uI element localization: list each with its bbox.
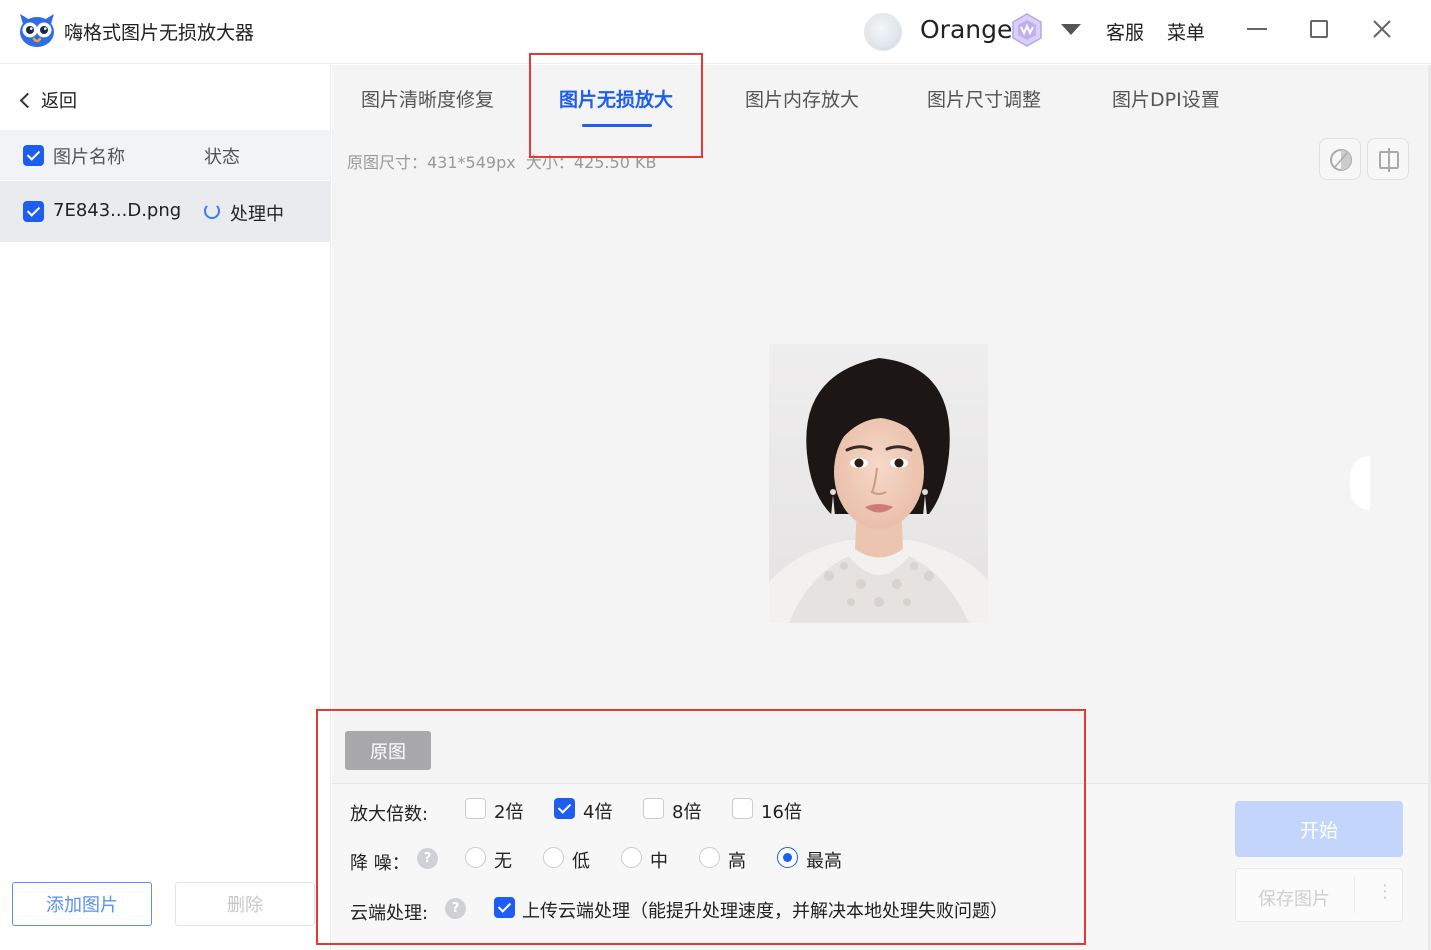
file-size-text: 大小：425.50 KB bbox=[525, 153, 657, 172]
chevron-left-icon bbox=[19, 92, 36, 108]
owl-logo-icon bbox=[20, 14, 54, 47]
tab-memory-enlarge[interactable]: 图片内存放大 bbox=[745, 85, 859, 112]
scale-4x-checkbox[interactable] bbox=[554, 798, 575, 819]
customer-service-link[interactable]: 客服 bbox=[1106, 18, 1144, 45]
column-name-header: 图片名称 bbox=[53, 147, 125, 168]
file-status: 处理中 bbox=[230, 204, 284, 225]
vip-diamond-icon bbox=[1012, 13, 1042, 47]
original-image-button[interactable]: 原图 bbox=[345, 731, 431, 770]
split-view-button[interactable] bbox=[1367, 138, 1409, 180]
account-dropdown-icon[interactable] bbox=[1061, 24, 1081, 35]
original-size-text: 原图尺寸：431*549px bbox=[347, 153, 516, 172]
denoise-highest-radio[interactable] bbox=[777, 847, 798, 868]
denoise-label: 降 噪： bbox=[350, 853, 410, 874]
save-image-button[interactable]: 保存图片 ⋮ bbox=[1235, 868, 1403, 922]
column-status-header: 状态 bbox=[204, 147, 240, 168]
denoise-medium-radio[interactable] bbox=[621, 847, 642, 868]
add-image-button[interactable]: 添加图片 bbox=[12, 882, 152, 926]
loading-spinner-icon bbox=[204, 203, 220, 219]
cloud-upload-checkbox[interactable] bbox=[494, 897, 515, 918]
app-title: 嗨格式图片无损放大器 bbox=[64, 22, 255, 44]
select-all-checkbox[interactable] bbox=[23, 145, 44, 166]
file-checkbox[interactable] bbox=[23, 201, 44, 222]
denoise-highest-label[interactable]: 最高 bbox=[806, 847, 842, 873]
scale-8x-checkbox[interactable] bbox=[643, 798, 664, 819]
denoise-high-radio[interactable] bbox=[699, 847, 720, 868]
file-sidebar: 返回 图片名称 状态 7E843...D.png 处理中 添加图片 删除 bbox=[0, 65, 331, 950]
username[interactable]: Orange bbox=[920, 15, 1012, 44]
file-list-row[interactable]: 7E843...D.png 处理中 bbox=[0, 181, 331, 242]
maximize-icon[interactable] bbox=[1304, 14, 1334, 44]
menu-link[interactable]: 菜单 bbox=[1167, 18, 1205, 45]
compare-view-button[interactable] bbox=[1319, 138, 1361, 180]
denoise-medium-label[interactable]: 中 bbox=[650, 847, 668, 873]
cloud-help-icon[interactable]: ? bbox=[445, 898, 466, 919]
scale-4x-label[interactable]: 4倍 bbox=[583, 798, 612, 824]
tab-clarity-repair[interactable]: 图片清晰度修复 bbox=[361, 85, 494, 112]
tab-size-adjust[interactable]: 图片尺寸调整 bbox=[927, 85, 1041, 112]
denoise-none-radio[interactable] bbox=[465, 847, 486, 868]
scale-label: 放大倍数: bbox=[350, 804, 429, 825]
split-view-icon bbox=[1379, 148, 1399, 172]
delete-button[interactable]: 删除 bbox=[175, 882, 315, 926]
user-avatar[interactable] bbox=[864, 13, 902, 51]
save-image-label: 保存图片 bbox=[1258, 889, 1330, 910]
function-tabs: 图片清晰度修复 图片无损放大 图片内存放大 图片尺寸调整 图片DPI设置 bbox=[332, 65, 1428, 129]
panel-collapse-handle[interactable] bbox=[1350, 456, 1370, 510]
file-name: 7E843...D.png bbox=[53, 200, 182, 221]
title-bar: 嗨格式图片无损放大器 Orange 客服 菜单 bbox=[0, 0, 1431, 64]
denoise-none-label[interactable]: 无 bbox=[494, 847, 512, 873]
back-label: 返回 bbox=[41, 91, 77, 112]
scale-2x-label[interactable]: 2倍 bbox=[494, 798, 523, 824]
back-button[interactable]: 返回 bbox=[19, 87, 77, 113]
scale-8x-label[interactable]: 8倍 bbox=[672, 798, 701, 824]
tab-lossless-enlarge[interactable]: 图片无损放大 bbox=[559, 85, 673, 112]
minimize-icon[interactable] bbox=[1242, 14, 1272, 44]
cloud-label: 云端处理: bbox=[350, 903, 429, 924]
scale-16x-label[interactable]: 16倍 bbox=[761, 798, 802, 824]
save-divider bbox=[1354, 877, 1355, 913]
denoise-help-icon[interactable]: ? bbox=[417, 848, 438, 869]
scale-16x-checkbox[interactable] bbox=[732, 798, 753, 819]
denoise-low-radio[interactable] bbox=[543, 847, 564, 868]
start-button[interactable]: 开始 bbox=[1235, 801, 1403, 857]
image-info: 原图尺寸：431*549px 大小：425.50 KB bbox=[347, 149, 656, 173]
scale-2x-checkbox[interactable] bbox=[465, 798, 486, 819]
preview-image bbox=[769, 344, 988, 623]
denoise-high-label[interactable]: 高 bbox=[728, 847, 746, 873]
denoise-low-label[interactable]: 低 bbox=[572, 847, 590, 873]
tab-dpi-settings[interactable]: 图片DPI设置 bbox=[1112, 85, 1220, 112]
main-panel: 图片清晰度修复 图片无损放大 图片内存放大 图片尺寸调整 图片DPI设置 原图尺… bbox=[332, 65, 1428, 950]
cloud-upload-label[interactable]: 上传云端处理（能提升处理速度，并解决本地处理失败问题） bbox=[522, 897, 1008, 923]
contrast-icon bbox=[1330, 149, 1352, 171]
active-tab-indicator bbox=[582, 124, 652, 127]
file-list-header: 图片名称 状态 bbox=[0, 130, 331, 180]
close-icon[interactable] bbox=[1367, 14, 1397, 44]
more-options-icon[interactable]: ⋮ bbox=[1376, 881, 1394, 902]
